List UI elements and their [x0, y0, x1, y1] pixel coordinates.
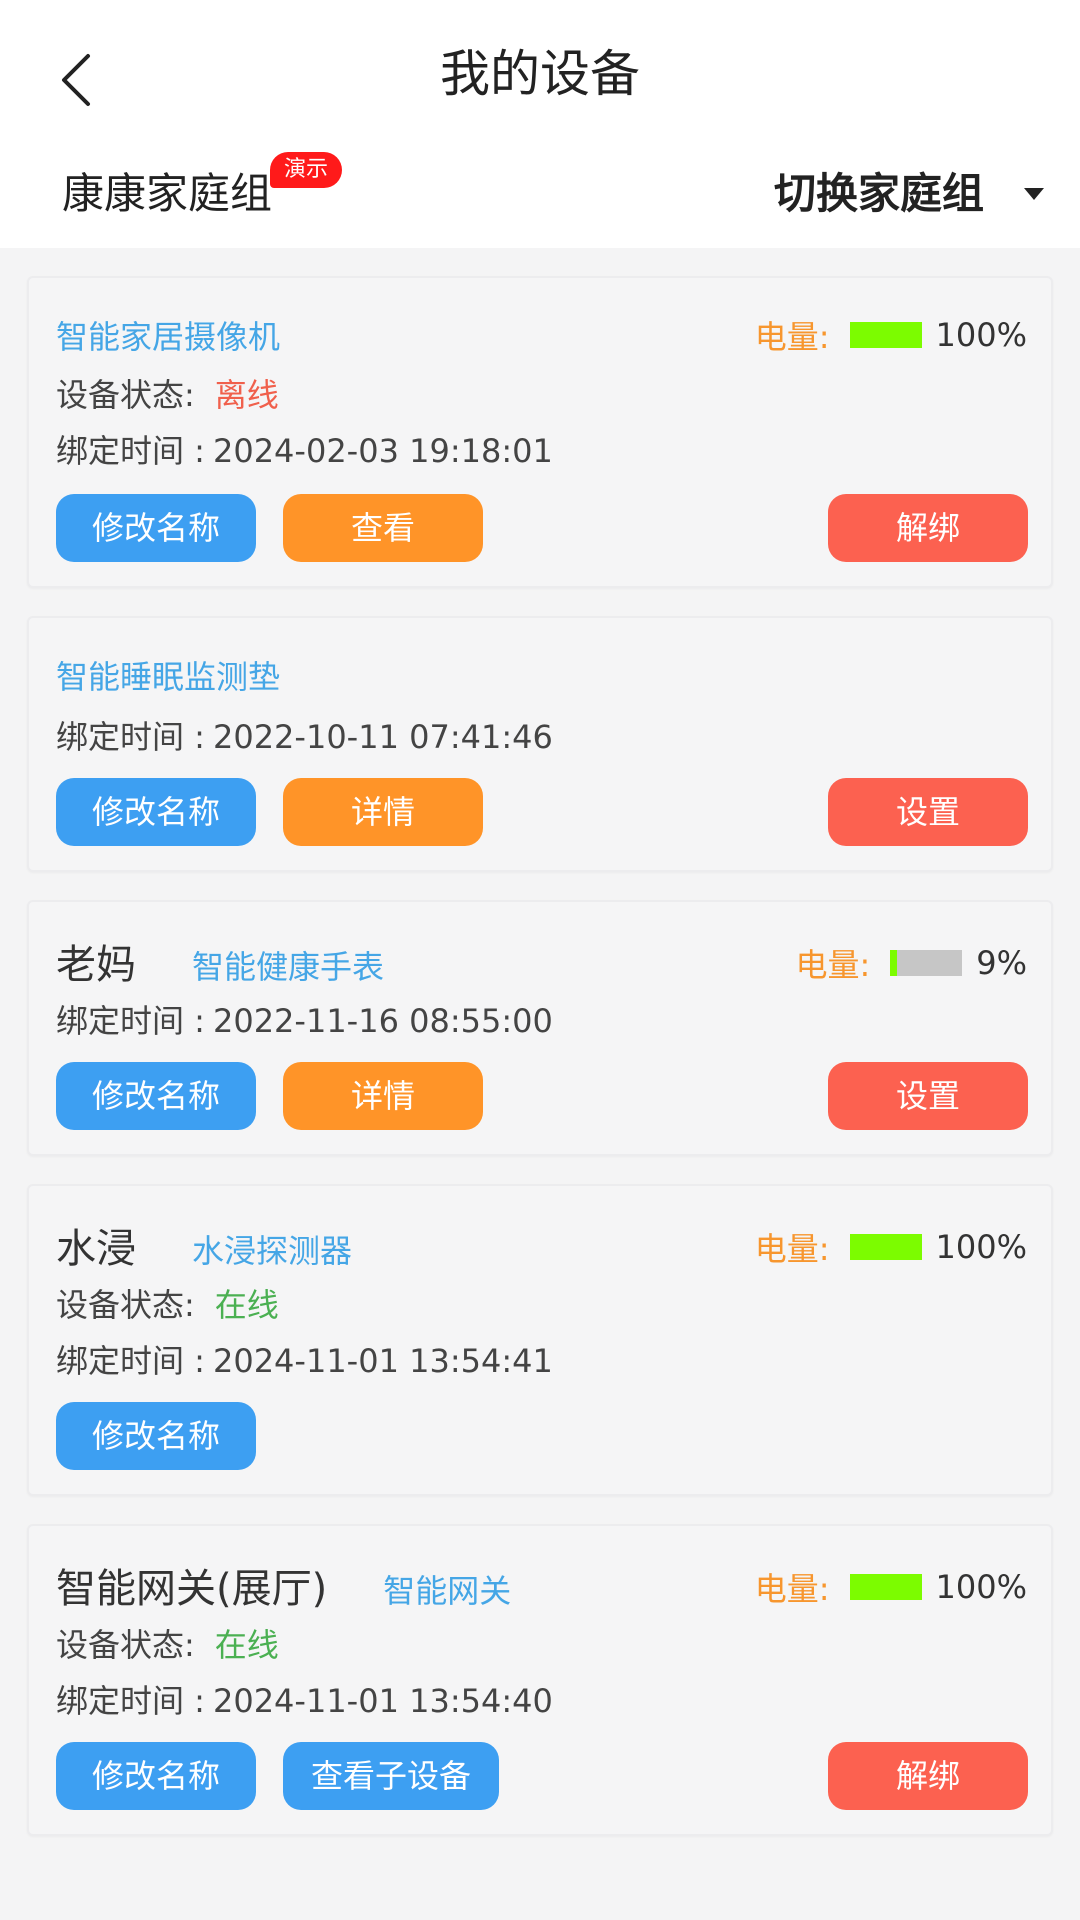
bind-time-label: 绑定时间 :: [56, 1342, 205, 1380]
status-value: 在线: [214, 1286, 279, 1324]
rename-button[interactable]: 修改名称: [56, 1402, 256, 1470]
device-status-row: 设备状态: 在线: [56, 1620, 279, 1666]
switch-family-group-label: 切换家庭组: [773, 169, 984, 218]
status-value: 在线: [214, 1626, 279, 1664]
bind-time-value: 2024-02-03 19:18:01: [212, 432, 553, 470]
bind-time-label: 绑定时间 :: [56, 1682, 205, 1720]
bind-time-value: 2024-11-01 13:54:40: [212, 1682, 553, 1720]
battery-fill: [849, 322, 922, 348]
status-label: 设备状态:: [56, 1626, 195, 1664]
battery-bar: [849, 1234, 922, 1260]
bind-time-row: 绑定时间 : 2022-10-11 07:41:46: [56, 712, 553, 758]
battery-fill: [890, 950, 897, 976]
details-button[interactable]: 详情: [283, 778, 483, 846]
unbind-button[interactable]: 解绑: [828, 494, 1028, 562]
status-label: 设备状态:: [56, 1286, 195, 1324]
battery-label: 电量:: [754, 1570, 830, 1608]
settings-button[interactable]: 设置: [828, 778, 1028, 846]
battery-fill: [849, 1234, 922, 1260]
battery-label: 电量:: [754, 1230, 830, 1268]
bind-time-row: 绑定时间 : 2024-02-03 19:18:01: [56, 426, 553, 472]
demo-badge: 演示: [270, 152, 342, 188]
battery-value: 100%: [935, 1228, 1027, 1266]
page-title: 我的设备: [440, 45, 640, 103]
bind-time-label: 绑定时间 :: [56, 432, 205, 470]
battery-indicator: 电量: 100%: [755, 312, 1027, 358]
details-button[interactable]: 详情: [283, 1062, 483, 1130]
device-card-water-detector: 水浸 水浸探测器 电量: 100% 设备状态: 在线 绑定时间 : 2024-1…: [27, 1184, 1053, 1496]
device-status-row: 设备状态: 在线: [56, 1280, 279, 1326]
device-type: 智能家居摄像机: [56, 318, 281, 356]
device-name: 老妈: [56, 942, 136, 988]
device-title-row: 水浸 水浸探测器: [56, 1216, 352, 1274]
device-title-row: 老妈 智能健康手表: [56, 932, 384, 990]
device-name: 智能网关(展厅): [56, 1566, 328, 1612]
bind-time-row: 绑定时间 : 2022-11-16 08:55:00: [56, 996, 553, 1042]
bind-time-row: 绑定时间 : 2024-11-01 13:54:40: [56, 1676, 553, 1722]
battery-value: 100%: [935, 1568, 1027, 1606]
family-group-name: 康康家庭组: [62, 169, 273, 218]
device-card-sleep-pad: 智能睡眠监测垫 绑定时间 : 2022-10-11 07:41:46 修改名称 …: [27, 616, 1053, 872]
battery-bar: [849, 322, 922, 348]
battery-indicator: 电量: 100%: [755, 1564, 1027, 1610]
device-type: 水浸探测器: [192, 1232, 353, 1270]
device-type: 智能睡眠监测垫: [56, 658, 281, 696]
device-type: 智能健康手表: [192, 948, 385, 986]
battery-bar: [849, 1574, 922, 1600]
battery-indicator: 电量: 9%: [795, 940, 1027, 986]
bind-time-value: 2024-11-01 13:54:41: [212, 1342, 553, 1380]
status-label: 设备状态:: [56, 376, 195, 414]
bind-time-label: 绑定时间 :: [56, 1002, 205, 1040]
device-card-camera: 智能家居摄像机 电量: 100% 设备状态: 离线 绑定时间 : 2024-02…: [27, 276, 1053, 588]
battery-bar: [890, 950, 963, 976]
rename-button[interactable]: 修改名称: [56, 1742, 256, 1810]
device-type: 智能网关: [383, 1572, 512, 1610]
rename-button[interactable]: 修改名称: [56, 778, 256, 846]
battery-label: 电量:: [795, 946, 871, 984]
rename-button[interactable]: 修改名称: [56, 494, 256, 562]
rename-button[interactable]: 修改名称: [56, 1062, 256, 1130]
settings-button[interactable]: 设置: [828, 1062, 1028, 1130]
device-card-gateway: 智能网关(展厅) 智能网关 电量: 100% 设备状态: 在线 绑定时间 : 2…: [27, 1524, 1053, 1836]
view-button[interactable]: 查看: [283, 494, 483, 562]
status-value: 离线: [214, 376, 279, 414]
bind-time-value: 2022-10-11 07:41:46: [212, 718, 553, 756]
device-title-row: 智能睡眠监测垫: [56, 652, 280, 698]
bind-time-row: 绑定时间 : 2024-11-01 13:54:41: [56, 1336, 553, 1382]
device-card-health-watch: 老妈 智能健康手表 电量: 9% 绑定时间 : 2022-11-16 08:55…: [27, 900, 1053, 1156]
header: 我的设备 康康家庭组 演示 切换家庭组: [0, 0, 1080, 248]
caret-down-icon: [1024, 188, 1044, 200]
battery-indicator: 电量: 100%: [755, 1224, 1027, 1270]
battery-value: 100%: [935, 316, 1027, 354]
device-title-row: 智能网关(展厅) 智能网关: [56, 1556, 511, 1614]
view-sub-devices-button[interactable]: 查看子设备: [283, 1742, 499, 1810]
unbind-button[interactable]: 解绑: [828, 1742, 1028, 1810]
device-status-row: 设备状态: 离线: [56, 370, 279, 416]
battery-label: 电量:: [754, 318, 830, 356]
switch-family-group-button[interactable]: 切换家庭组: [774, 168, 1044, 220]
device-name: 水浸: [56, 1226, 136, 1272]
battery-value: 9%: [976, 944, 1027, 982]
bind-time-label: 绑定时间 :: [56, 718, 205, 756]
battery-fill: [849, 1574, 922, 1600]
bind-time-value: 2022-11-16 08:55:00: [212, 1002, 553, 1040]
device-title-row: 智能家居摄像机: [56, 312, 280, 358]
